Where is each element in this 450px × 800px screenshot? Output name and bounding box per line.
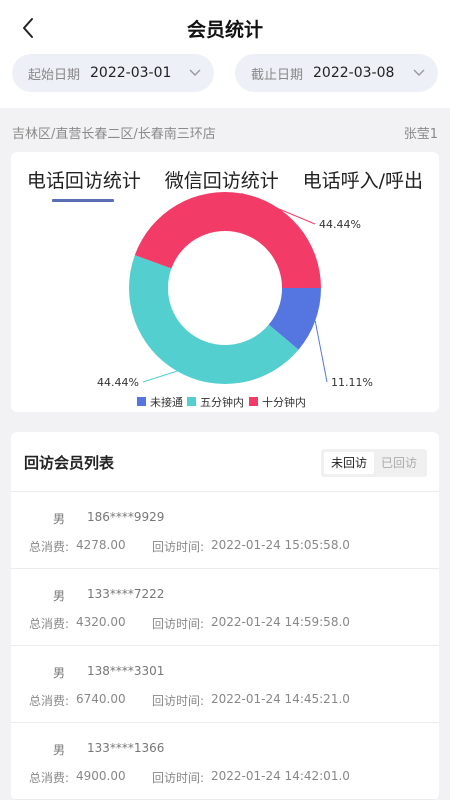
- member-gender: 男: [53, 512, 66, 526]
- visited-tab[interactable]: 已回访: [374, 452, 424, 474]
- spend-label: 总消费:: [29, 540, 70, 554]
- donut-hole: [178, 241, 272, 335]
- start-date-label: 起始日期: [28, 67, 81, 83]
- donut-chart: 11.11% 44.44% 44.44% 未接通 五分钟内 十分钟内: [97, 191, 373, 409]
- store-path: 吉林区/直营长春二区/长春南三环店: [12, 126, 216, 142]
- visit-time-value: 2022-01-24 14:45:21.0: [211, 692, 350, 706]
- data-label-0: 11.11%: [331, 376, 373, 389]
- legend-label-0: 未接通: [150, 396, 183, 409]
- spend-label: 总消费:: [29, 694, 70, 708]
- member-phone: 133****1366: [87, 741, 165, 755]
- end-date-label: 截止日期: [251, 67, 304, 83]
- member-phone: 138****3301: [87, 664, 165, 678]
- member-list-card: 回访会员列表 未回访 已回访 男 186****9929 总消费: 4278.0…: [11, 432, 439, 800]
- visit-time-value: 2022-01-24 15:05:58.0: [211, 538, 350, 552]
- list-title: 回访会员列表: [24, 454, 115, 472]
- visit-time-label: 回访时间:: [152, 540, 205, 554]
- member-phone: 186****9929: [87, 510, 165, 524]
- visit-status-toggle: 未回访 已回访: [320, 449, 427, 477]
- leader-line-1: [142, 370, 178, 383]
- member-gender: 男: [53, 666, 66, 680]
- top-bar: 会员统计 起始日期 2022-03-01 截止日期 2022-03-08: [0, 0, 450, 108]
- spend-value: 6740.00: [76, 692, 126, 706]
- list-item[interactable]: 男 133****7222 总消费: 4320.00 回访时间: 2022-01…: [11, 569, 439, 646]
- visit-time-label: 回访时间:: [152, 617, 205, 631]
- legend-label-2: 十分钟内: [262, 395, 306, 409]
- spend-label: 总消费:: [29, 771, 70, 785]
- visit-time-label: 回访时间:: [152, 771, 205, 785]
- legend-label-1: 五分钟内: [200, 395, 244, 409]
- legend-swatch-0: [137, 397, 146, 406]
- member-gender: 男: [53, 589, 66, 603]
- list-header: 回访会员列表 未回访 已回访: [11, 432, 439, 492]
- data-label-2: 44.44%: [319, 218, 361, 231]
- list-item[interactable]: 男 138****3301 总消费: 6740.00 回访时间: 2022-01…: [11, 646, 439, 723]
- data-label-1: 44.44%: [97, 376, 139, 389]
- end-date-picker[interactable]: 截止日期 2022-03-08: [235, 54, 438, 92]
- list-item[interactable]: 男 186****9929 总消费: 4278.00 回访时间: 2022-01…: [11, 492, 439, 569]
- chevron-down-icon: [188, 66, 202, 80]
- chevron-down-icon: [412, 66, 426, 80]
- start-date-picker[interactable]: 起始日期 2022-03-01: [12, 54, 214, 92]
- user-name: 张莹1: [403, 126, 438, 142]
- spend-value: 4900.00: [76, 769, 126, 783]
- legend-swatch-1: [187, 397, 196, 406]
- start-date-value: 2022-03-01: [90, 65, 172, 81]
- page-title: 会员统计: [186, 19, 263, 41]
- spend-value: 4320.00: [76, 615, 126, 629]
- member-phone: 133****7222: [87, 587, 165, 601]
- visit-time-value: 2022-01-24 14:42:01.0: [211, 769, 350, 783]
- not-visited-tab[interactable]: 未回访: [323, 452, 374, 474]
- breadcrumb: 吉林区/直营长春二区/长春南三环店 张莹1: [0, 118, 450, 146]
- spend-label: 总消费:: [29, 617, 70, 631]
- end-date-value: 2022-03-08: [313, 65, 395, 81]
- stats-card: 电话回访统计 微信回访统计 电话呼入/呼出 11.11% 44.44% 44.44%…: [11, 152, 439, 412]
- leader-line-0: [314, 320, 328, 383]
- spend-value: 4278.00: [76, 538, 126, 552]
- legend-swatch-2: [249, 397, 258, 406]
- visit-time-label: 回访时间:: [152, 694, 205, 708]
- list-item[interactable]: 男 133****1366 总消费: 4900.00 回访时间: 2022-01…: [11, 723, 439, 800]
- visit-time-value: 2022-01-24 14:59:58.0: [211, 615, 350, 629]
- member-gender: 男: [53, 743, 66, 757]
